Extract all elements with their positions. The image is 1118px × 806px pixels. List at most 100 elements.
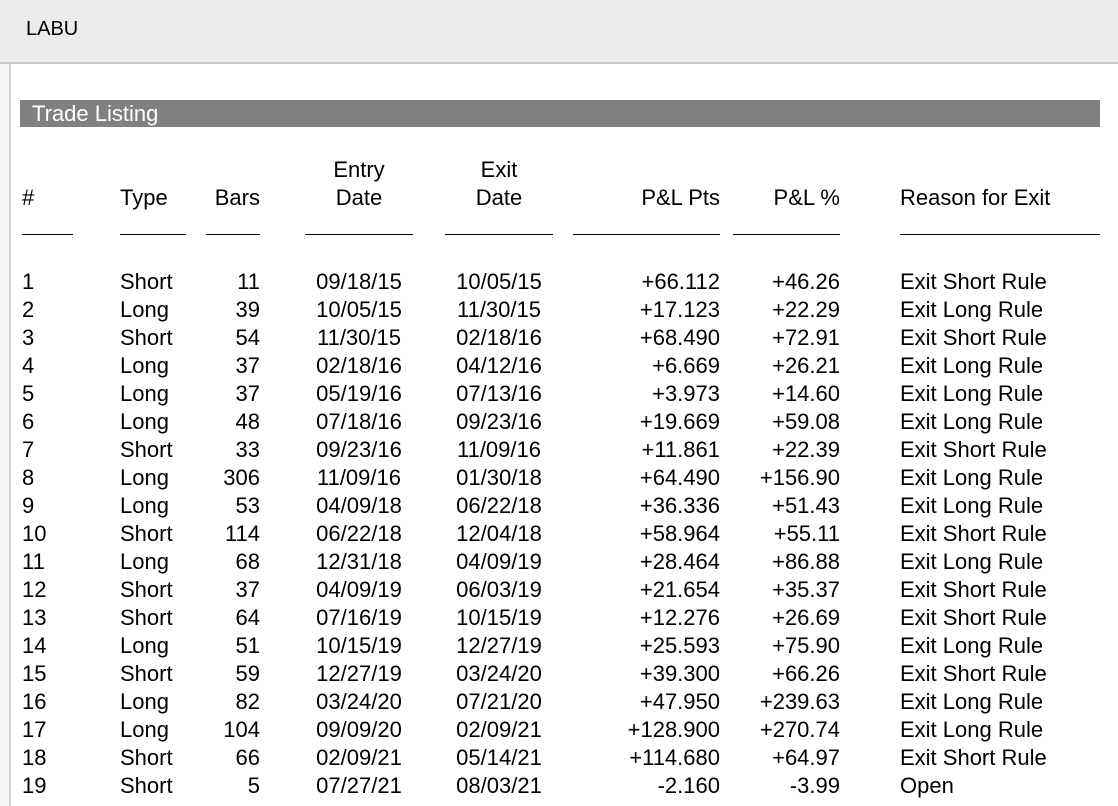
trade-pl-pct: +22.29 bbox=[772, 297, 840, 322]
trade-number: 13 bbox=[22, 605, 47, 630]
trade-entry-date: 10/15/19 bbox=[316, 633, 402, 658]
trade-pl-pct: +46.26 bbox=[772, 269, 840, 294]
trade-exit-date: 02/18/16 bbox=[456, 325, 542, 350]
trade-bars: 104 bbox=[223, 717, 260, 742]
trade-type: Long bbox=[120, 493, 169, 518]
trade-bars: 68 bbox=[235, 549, 260, 574]
trade-exit-reason: Exit Long Rule bbox=[900, 633, 1044, 658]
trade-type: Long bbox=[120, 717, 169, 742]
trade-exit-date: 05/14/21 bbox=[456, 745, 542, 770]
trade-exit-date: 10/15/19 bbox=[456, 605, 542, 630]
trade-type: Short bbox=[120, 605, 173, 630]
trade-exit-date: 07/13/16 bbox=[456, 381, 542, 406]
trade-bars: 39 bbox=[235, 297, 260, 322]
trade-entry-date: 05/19/16 bbox=[316, 381, 402, 406]
trade-exit-date: 09/23/16 bbox=[456, 409, 542, 434]
trade-pl-pct: +66.26 bbox=[772, 661, 840, 686]
trade-exit-reason: Exit Short Rule bbox=[900, 661, 1047, 686]
trade-entry-date: 02/09/21 bbox=[316, 745, 402, 770]
col-header-entry-2: Date bbox=[335, 185, 383, 210]
header-underline bbox=[305, 234, 413, 235]
trade-bars: 37 bbox=[235, 381, 260, 406]
trade-pl-pts: -2.160 bbox=[657, 773, 720, 798]
trade-number: 10 bbox=[22, 521, 47, 546]
header-underline bbox=[573, 234, 720, 235]
trade-exit-reason: Exit Long Rule bbox=[900, 465, 1044, 490]
trade-pl-pts: +6.669 bbox=[652, 353, 720, 378]
trade-entry-date: 09/09/20 bbox=[316, 717, 402, 742]
header-underline bbox=[206, 234, 260, 235]
trade-exit-date: 11/30/15 bbox=[456, 297, 541, 322]
trade-exit-date: 08/03/21 bbox=[456, 773, 542, 798]
trade-pl-pts: +58.964 bbox=[639, 521, 720, 546]
col-header-reason: Reason for Exit bbox=[900, 185, 1051, 210]
trade-number: 15 bbox=[22, 661, 47, 686]
trade-type: Long bbox=[120, 353, 169, 378]
trade-entry-date: 07/27/21 bbox=[316, 773, 402, 798]
trade-pl-pts: +17.123 bbox=[639, 297, 720, 322]
col-header-num: # bbox=[22, 185, 35, 210]
trade-pl-pct: +59.08 bbox=[772, 409, 840, 434]
trade-exit-date: 02/09/21 bbox=[456, 717, 542, 742]
trade-entry-date: 12/31/18 bbox=[316, 549, 402, 574]
trade-bars: 37 bbox=[235, 353, 260, 378]
trade-exit-reason: Exit Short Rule bbox=[900, 437, 1047, 462]
trade-type: Short bbox=[120, 773, 173, 798]
header-underline bbox=[900, 234, 1100, 235]
header-underline bbox=[445, 234, 553, 235]
trade-entry-date: 12/27/19 bbox=[316, 661, 402, 686]
section-title: Trade Listing bbox=[32, 101, 159, 126]
trade-entry-date: 10/05/15 bbox=[316, 297, 402, 322]
trade-pl-pct: +55.11 bbox=[773, 521, 840, 546]
trade-exit-reason: Exit Long Rule bbox=[900, 549, 1044, 574]
trade-exit-reason: Exit Long Rule bbox=[900, 409, 1044, 434]
header-underline bbox=[733, 234, 840, 235]
trade-exit-date: 04/12/16 bbox=[456, 353, 542, 378]
trade-pl-pts: +28.464 bbox=[639, 549, 720, 574]
trade-number: 18 bbox=[22, 745, 47, 770]
trade-pl-pct: +14.60 bbox=[772, 381, 840, 406]
trade-pl-pct: +51.43 bbox=[772, 493, 840, 518]
trade-entry-date: 07/18/16 bbox=[316, 409, 402, 434]
trade-pl-pts: +68.490 bbox=[639, 325, 720, 350]
col-header-exit-1: Exit bbox=[480, 157, 518, 182]
trade-exit-reason: Exit Long Rule bbox=[900, 493, 1044, 518]
trade-entry-date: 11/30/15 bbox=[316, 325, 401, 350]
trade-pl-pts: +66.112 bbox=[641, 269, 720, 294]
trade-pl-pts: +39.300 bbox=[639, 661, 720, 686]
trade-pl-pts: +36.336 bbox=[639, 493, 720, 518]
col-header-exit-2: Date bbox=[475, 185, 523, 210]
window-left-border bbox=[0, 0, 11, 806]
trade-type: Long bbox=[120, 633, 169, 658]
trade-type: Long bbox=[120, 465, 169, 490]
trade-entry-date: 09/23/16 bbox=[316, 437, 402, 462]
trade-pl-pts: +128.900 bbox=[627, 717, 720, 742]
trade-type: Short bbox=[120, 661, 173, 686]
trade-bars: 114 bbox=[224, 521, 260, 546]
trade-bars: 53 bbox=[235, 493, 260, 518]
trade-exit-reason: Exit Long Rule bbox=[900, 717, 1044, 742]
trade-number: 2 bbox=[22, 297, 35, 322]
trade-type: Long bbox=[120, 297, 169, 322]
trade-exit-date: 12/04/18 bbox=[456, 521, 542, 546]
trade-pl-pct: +86.88 bbox=[772, 549, 840, 574]
trade-number: 3 bbox=[22, 325, 35, 350]
trade-type: Short bbox=[120, 745, 173, 770]
trade-number: 5 bbox=[22, 381, 35, 406]
trade-pl-pts: +11.861 bbox=[641, 437, 720, 462]
trade-entry-date: 06/22/18 bbox=[316, 521, 402, 546]
trade-exit-date: 03/24/20 bbox=[456, 661, 542, 686]
trade-entry-date: 04/09/18 bbox=[316, 493, 402, 518]
col-header-pl-pts: P&L Pts bbox=[641, 185, 720, 210]
trade-number: 9 bbox=[22, 493, 35, 518]
trade-exit-reason: Open bbox=[900, 773, 954, 798]
trade-number: 4 bbox=[22, 353, 35, 378]
trade-bars: 306 bbox=[223, 465, 260, 490]
trade-bars: 37 bbox=[235, 577, 260, 602]
trade-pl-pct: +270.74 bbox=[759, 717, 840, 742]
trade-bars: 51 bbox=[235, 633, 260, 658]
trade-type: Long bbox=[120, 409, 169, 434]
trade-exit-reason: Exit Long Rule bbox=[900, 353, 1044, 378]
trade-bars: 54 bbox=[235, 325, 260, 350]
trade-number: 11 bbox=[22, 549, 45, 574]
